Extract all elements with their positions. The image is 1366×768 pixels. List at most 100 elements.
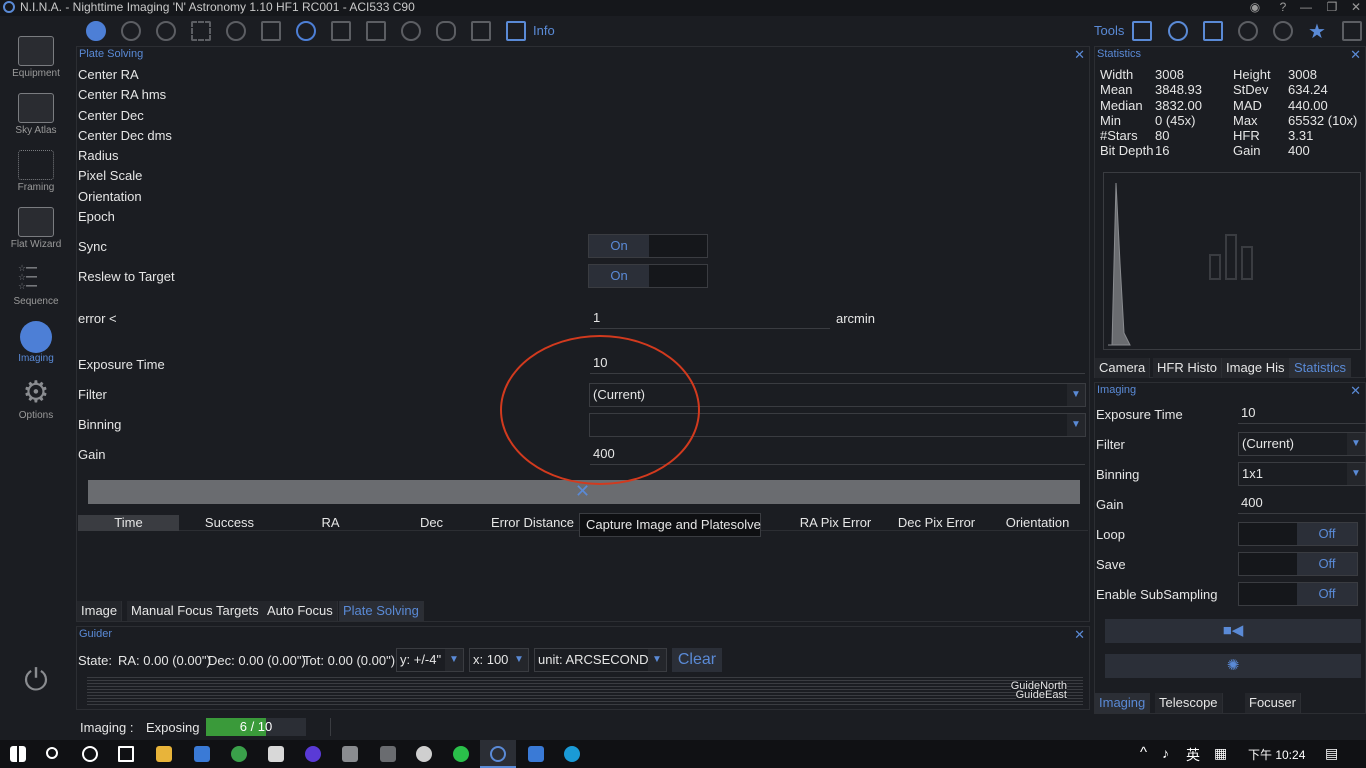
tab-auto-focus[interactable]: Auto Focus xyxy=(263,601,338,621)
cloud-icon[interactable] xyxy=(436,21,456,41)
column-dec-pix-error[interactable]: Dec Pix Error xyxy=(886,515,987,531)
telescope-app-icon[interactable] xyxy=(380,746,396,762)
star-frame-icon[interactable] xyxy=(1132,21,1152,41)
x-scale-select[interactable]: x: 100 ▼ xyxy=(469,648,529,672)
close-icon[interactable]: ✕ xyxy=(1350,47,1361,62)
stat-value: 3008 xyxy=(1155,67,1184,82)
tab-plate-solving[interactable]: Plate Solving xyxy=(339,601,424,621)
gain-input[interactable]: 400 xyxy=(1238,493,1366,514)
exposure-time-input[interactable]: 10 xyxy=(1238,403,1366,424)
column-dec[interactable]: Dec xyxy=(381,515,482,531)
sharpcap-icon[interactable] xyxy=(416,746,432,762)
sequence-list-icon[interactable] xyxy=(331,21,351,41)
close-icon[interactable]: ✕ xyxy=(1074,47,1085,62)
unit-select[interactable]: unit: ARCSECONDS ▼ xyxy=(534,648,667,672)
minimize-button[interactable]: — xyxy=(1293,0,1319,16)
sidebar-item-flat-wizard[interactable]: Flat Wizard xyxy=(0,203,72,260)
sidebar-item-framing[interactable]: Framing xyxy=(0,146,72,203)
target-icon[interactable] xyxy=(1238,21,1258,41)
tab-focuser[interactable]: Focuser xyxy=(1245,693,1301,713)
tab-telescope[interactable]: Telescope xyxy=(1155,693,1223,713)
stellarium-icon[interactable] xyxy=(305,746,321,762)
clock[interactable]: 下午 10:24 xyxy=(1248,746,1305,763)
imaging-tool-icon[interactable] xyxy=(86,21,106,41)
column-time[interactable]: Time xyxy=(78,515,179,531)
subsampling-toggle[interactable]: Off xyxy=(1238,582,1358,606)
input-language[interactable]: 英 xyxy=(1186,745,1200,765)
light-bulb-icon[interactable] xyxy=(401,21,421,41)
column-error-distance[interactable]: Error Distance xyxy=(482,515,583,531)
search-icon[interactable] xyxy=(46,747,58,759)
tab-statistics[interactable]: Statistics xyxy=(1290,358,1352,378)
app-window-icon[interactable] xyxy=(528,746,544,762)
clear-button[interactable]: Clear xyxy=(672,648,722,672)
tab-image-histogram[interactable]: Image His xyxy=(1222,358,1290,378)
close-button[interactable]: ✕ xyxy=(1343,0,1366,16)
maximize-button[interactable]: ❐ xyxy=(1319,0,1345,16)
error-input[interactable]: 1 xyxy=(590,308,830,329)
binning-select[interactable]: 1x1 ▼ xyxy=(1238,462,1366,486)
autofocus-icon[interactable] xyxy=(1273,21,1293,41)
outlook-icon[interactable] xyxy=(194,746,210,762)
save-toggle[interactable]: Off xyxy=(1238,552,1358,576)
filter-select[interactable]: (Current) ▼ xyxy=(1238,432,1366,456)
volume-icon[interactable]: ♪ xyxy=(1162,745,1169,761)
edge-icon[interactable] xyxy=(564,746,580,762)
task-view-icon[interactable] xyxy=(118,746,134,762)
info-label[interactable]: Info xyxy=(533,23,555,38)
calculator-icon[interactable] xyxy=(1342,21,1362,41)
file-explorer-icon[interactable] xyxy=(156,746,172,762)
filter-select-value: (Current) xyxy=(1242,436,1295,451)
focus-target-icon[interactable] xyxy=(1203,21,1223,41)
windows-start-icon[interactable] xyxy=(10,746,26,762)
filter-wheel-icon[interactable] xyxy=(156,21,176,41)
tab-image[interactable]: Image xyxy=(77,601,123,621)
close-icon[interactable]: ✕ xyxy=(1350,383,1361,398)
power-icon[interactable]: ⏻ xyxy=(20,666,52,698)
error-unit-label: arcmin xyxy=(836,311,876,326)
snapshot-button[interactable]: ✺ xyxy=(1105,654,1361,678)
tab-hfr-histo[interactable]: HFR Histo xyxy=(1153,358,1222,378)
phd2-icon[interactable] xyxy=(453,746,469,762)
close-icon[interactable]: ✕ xyxy=(1074,627,1085,642)
sidebar-item-equipment[interactable]: Equipment xyxy=(0,32,72,89)
sidebar-item-sequence[interactable]: ☆━━ ☆━━ ☆━━ Sequence xyxy=(0,260,72,317)
focus-frame-icon[interactable] xyxy=(191,21,211,41)
history-icon[interactable] xyxy=(1168,21,1188,41)
rotator-icon[interactable] xyxy=(226,21,246,41)
chevron-up-icon[interactable]: ^ xyxy=(1140,744,1147,761)
reslew-toggle[interactable]: On xyxy=(588,264,708,288)
column-orientation[interactable]: Orientation xyxy=(987,515,1088,531)
notification-icon[interactable]: ▤ xyxy=(1325,745,1338,762)
app-icon[interactable] xyxy=(342,746,358,762)
sidebar-item-options[interactable]: ⚙ Options xyxy=(0,374,72,431)
y-scale-select[interactable]: y: +/-4" ▼ xyxy=(396,648,464,672)
histogram-icon[interactable] xyxy=(471,21,491,41)
sidebar-item-sky-atlas[interactable]: Sky Atlas xyxy=(0,89,72,146)
sync-toggle[interactable]: On xyxy=(588,234,708,258)
loop-toggle[interactable]: Off xyxy=(1238,522,1358,546)
plate-solve-icon[interactable] xyxy=(296,21,316,41)
tab-manual-focus-targets[interactable]: Manual Focus Targets xyxy=(127,601,264,621)
exposure-time-label: Exposure Time xyxy=(1096,407,1183,422)
guider-icon[interactable] xyxy=(121,21,141,41)
sidebar-item-imaging[interactable]: Imaging xyxy=(0,317,72,374)
nina-taskbar-button[interactable] xyxy=(480,740,516,768)
plate-solving-panel: Plate Solving ✕ Center RA Center RA hms … xyxy=(76,46,1090,622)
ime-icon[interactable]: ▦ xyxy=(1214,745,1227,762)
column-ra[interactable]: RA xyxy=(280,515,381,531)
info-graph-icon[interactable] xyxy=(506,21,526,41)
cortana-icon[interactable] xyxy=(82,746,98,762)
notepad-icon[interactable] xyxy=(268,746,284,762)
guider-state: State: xyxy=(78,653,112,668)
capture-button[interactable]: ■◀ xyxy=(1105,619,1361,643)
tab-imaging[interactable]: Imaging xyxy=(1095,693,1151,713)
switch-icon[interactable] xyxy=(366,21,386,41)
column-ra-pix-error[interactable]: RA Pix Error xyxy=(785,515,886,531)
chrome-icon[interactable] xyxy=(231,746,247,762)
tab-camera[interactable]: Camera xyxy=(1095,358,1151,378)
eye-icon[interactable]: ◉ xyxy=(1242,0,1268,16)
column-success[interactable]: Success xyxy=(179,515,280,531)
telescope-icon[interactable] xyxy=(261,21,281,41)
star-icon[interactable]: ★ xyxy=(1308,19,1326,44)
